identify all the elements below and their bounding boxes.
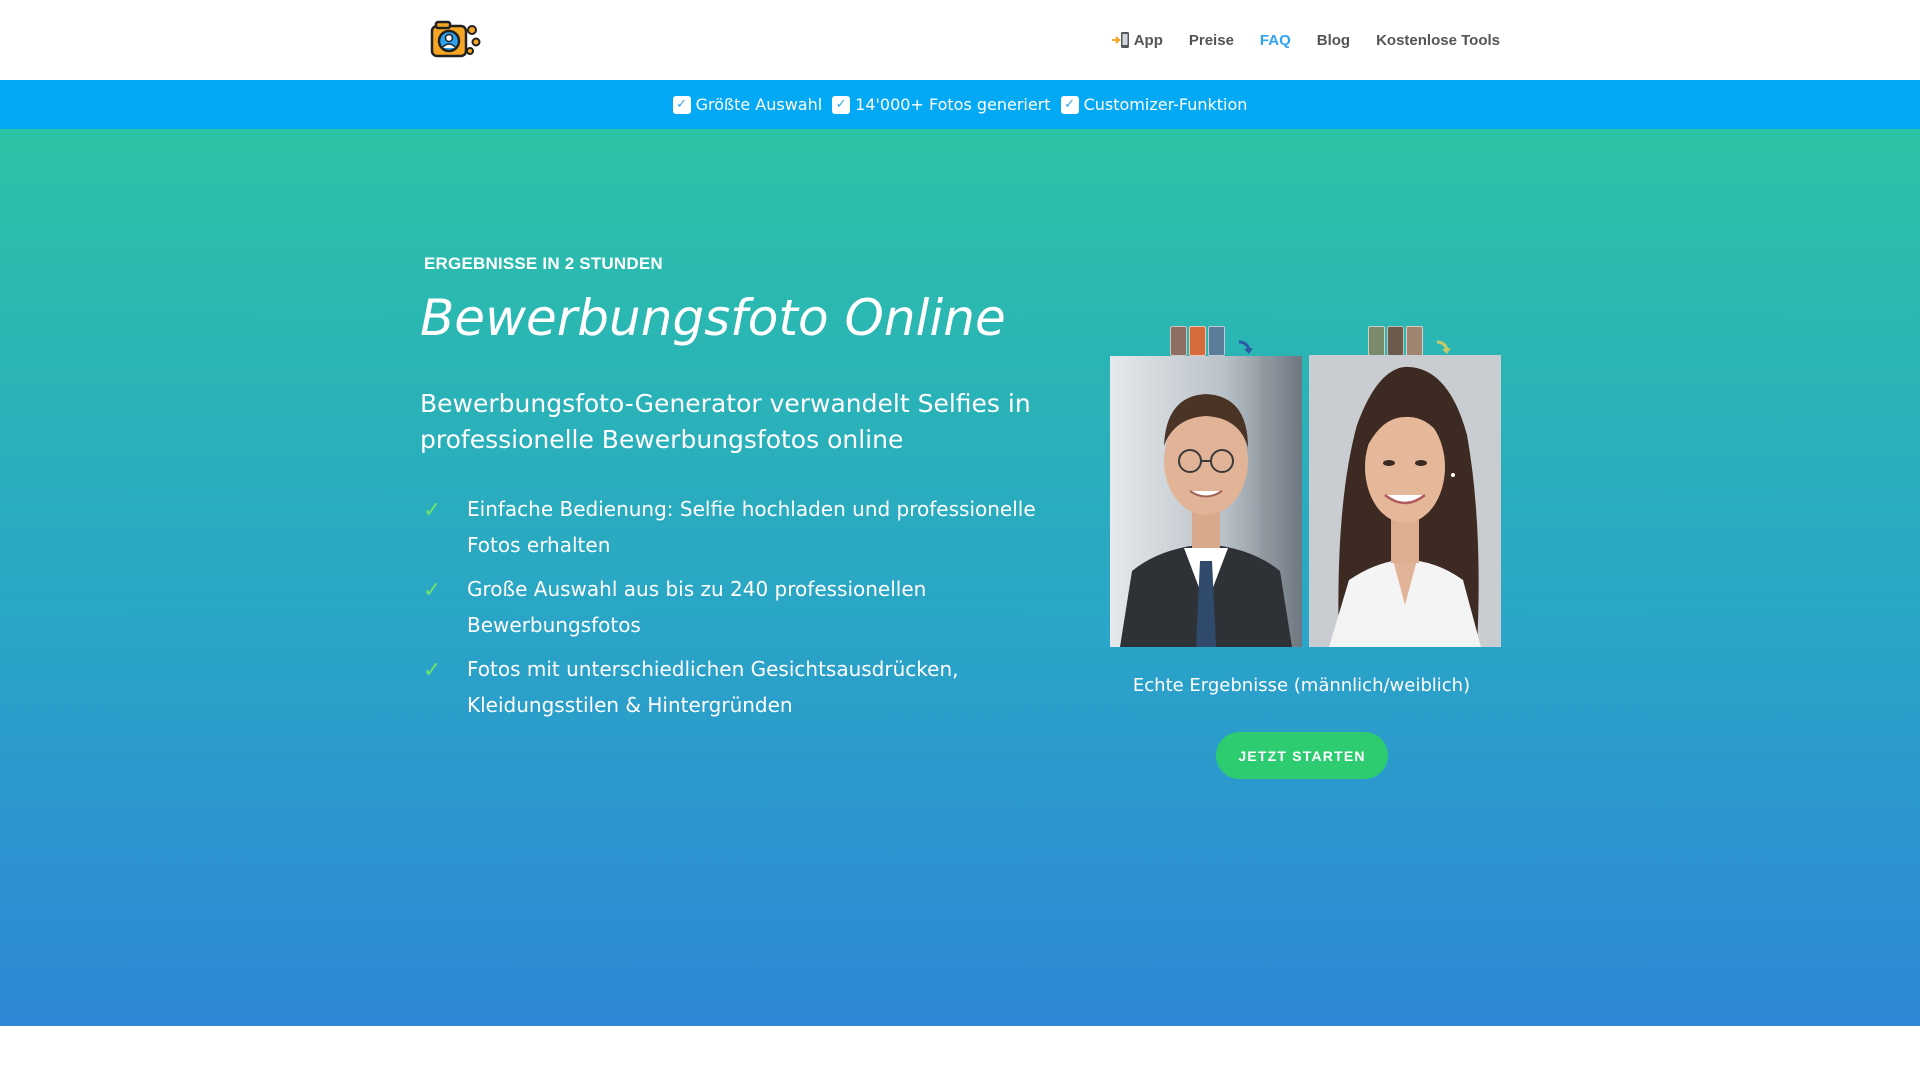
selfie-thumbnails-female — [1368, 322, 1453, 356]
list-item: ✓ Fotos mit unterschiedlichen Gesichtsau… — [420, 651, 1060, 723]
check-icon: ✓ — [423, 658, 442, 683]
usp-item-label: 14'000+ Fotos generiert — [855, 95, 1051, 114]
selfie-thumbnail — [1406, 326, 1423, 356]
feature-text: Große Auswahl aus bis zu 240 professione… — [467, 577, 927, 637]
nav-item-faq[interactable]: FAQ — [1260, 32, 1291, 49]
feature-text: Fotos mit unterschiedlichen Gesichtsausd… — [467, 657, 959, 717]
camera-user-logo-icon[interactable] — [428, 18, 484, 62]
feature-list: ✓ Einfache Bedienung: Selfie hochladen u… — [420, 491, 1060, 731]
selfie-thumbnail — [1170, 326, 1187, 356]
nav-item-blog[interactable]: Blog — [1317, 32, 1350, 49]
main-nav: App Preise FAQ Blog Kostenlose Tools — [1111, 0, 1500, 80]
selfie-thumbnail — [1208, 326, 1225, 356]
start-now-button[interactable]: JETZT STARTEN — [1216, 732, 1388, 779]
nav-item-preise[interactable]: Preise — [1189, 32, 1234, 49]
usp-item: ✓ 14'000+ Fotos generiert — [832, 95, 1051, 114]
check-box-icon: ✓ — [1060, 95, 1079, 114]
hero-section: ERGEBNISSE IN 2 STUNDEN Bewerbungsfoto O… — [0, 129, 1920, 1026]
feature-text: Einfache Bedienung: Selfie hochladen und… — [467, 497, 1036, 557]
check-box-icon: ✓ — [832, 95, 851, 114]
page-title: Bewerbungsfoto Online — [420, 289, 1006, 347]
list-item: ✓ Einfache Bedienung: Selfie hochladen u… — [420, 491, 1060, 563]
phone-icon — [1111, 32, 1129, 48]
hero-eyebrow: ERGEBNISSE IN 2 STUNDEN — [424, 254, 663, 273]
usp-item: ✓ Größte Auswahl — [672, 95, 823, 114]
usp-item-label: Customizer-Funktion — [1083, 95, 1248, 114]
results-caption: Echte Ergebnisse (männlich/weiblich) — [1132, 675, 1471, 696]
nav-item-app[interactable]: App — [1111, 31, 1163, 49]
nav-item-kostenlose-tools[interactable]: Kostenlose Tools — [1376, 32, 1500, 49]
usp-item-label: Größte Auswahl — [695, 95, 823, 114]
selfie-thumbnail — [1387, 326, 1404, 356]
curved-arrow-icon — [1436, 340, 1451, 354]
check-box-icon: ✓ — [672, 95, 691, 114]
nav-item-app-label: App — [1133, 31, 1163, 49]
check-icon: ✓ — [423, 578, 442, 603]
list-item: ✓ Große Auswahl aus bis zu 240 professio… — [420, 571, 1060, 643]
female-result-photo — [1309, 355, 1501, 647]
selfie-thumbnails-male — [1170, 322, 1255, 356]
selfie-thumbnail — [1368, 326, 1385, 356]
usp-item: ✓ Customizer-Funktion — [1060, 95, 1248, 114]
usp-bar: ✓ Größte Auswahl ✓ 14'000+ Fotos generie… — [0, 80, 1920, 129]
selfie-thumbnail — [1189, 326, 1206, 356]
check-icon: ✓ — [423, 498, 442, 523]
site-header: App Preise FAQ Blog Kostenlose Tools — [0, 0, 1920, 80]
hero-subtitle: Bewerbungsfoto-Generator verwandelt Self… — [420, 389, 1031, 454]
curved-arrow-icon — [1238, 340, 1253, 354]
male-result-photo — [1110, 356, 1302, 647]
